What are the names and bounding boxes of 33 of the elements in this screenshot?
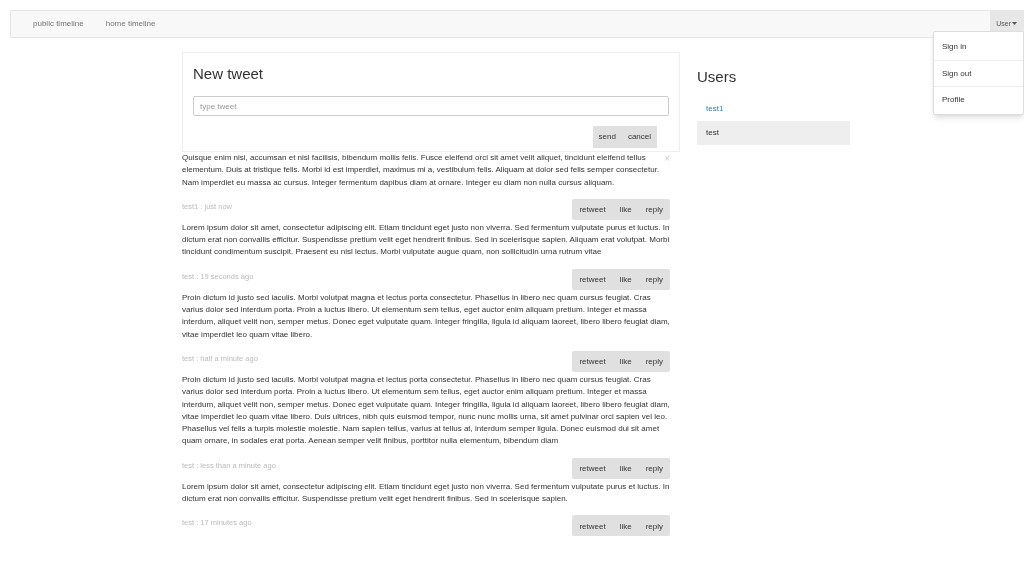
form-button[interactable]: send <box>592 126 622 148</box>
action-button[interactable]: like <box>612 352 639 372</box>
user-list-item[interactable]: test1 <box>697 96 850 121</box>
action-button[interactable]: like <box>612 459 639 479</box>
tweet-text: Quisque enim nisi, accumsan et nisl facilisis, bibendum mollis felis. Fusce eleifend orci sit amet velit aliquet, tincidunt eleifend tellus elementum. Duis at tristique felis. Morbi id est imperdiet, maximus mi a, vestibulum felis. Aliquam at dolor sed felis semper consectetur. Nam imperdiet eu massa ac cursus. Integer fermentum dapibus diam at ornare. Integer eu diam non nulla cursus aliquam. <box>182 152 661 189</box>
action-button[interactable]: reply <box>638 270 670 290</box>
action-button[interactable]: reply <box>638 352 670 372</box>
tweet-input[interactable]: type tweet <box>193 96 669 116</box>
action-button[interactable]: like <box>612 200 639 220</box>
tweet-text: Lorem ipsum dolor sit amet, consectetur adipiscing elit. Etiam tincidunt eget justo non viverra. Sed fermentum vulputate purus et luctus. In dictum erat non convallis efficitur. Suspendisse pretium velit eget hendrerit finibus. Sed in scelerisque sapien. Aliquam erat volutpat. Morbi tincidunt condimentum suscipit. Praesent eu nisl lectus. Morbi vulputate augue quam, non sollicitudin urna rutrum vitae <box>182 221 670 259</box>
action-button[interactable]: reply <box>638 517 670 537</box>
panel-title: New tweet <box>193 64 265 84</box>
tweet-text: Lorem ipsum dolor sit amet, consectetur adipiscing elit. Etiam tincidunt eget justo non viverra. Sed fermentum vulputate purus et luctus. In dictum erat non convallis efficitur. Suspendisse pretium velit eget hendrerit finibus. Sed in scelerisque sapien. <box>182 480 670 506</box>
action-button[interactable]: reply <box>638 200 670 220</box>
nav-link[interactable]: home timeline <box>105 18 156 30</box>
caret-icon <box>1012 22 1017 26</box>
nav-link[interactable]: public timeline <box>33 18 84 30</box>
tweet-text: Proin dictum id justo sed iaculis. Morbi volutpat magna et lectus porta consectetur. Phasellus in libero nec quam cursus feugiat. Cras varius dolor sed interdum porta. Proin a luctus libero. Ut elementum sem tellus, eget auctor enim aliquam pretium. Integer et massa interdum, aliquet velit non, semper metus. Donec eget vulputate quam. Integer fringilla, ligula id aliquam laoreet, libero libero feugiat diam, vitae imperdiet leo quam vitae libero. Duis ultrices, nibh quis euismod tempor, nunc nunc mollis urna, sit amet pulvinar orci sapien vel leo. Phasellus vel felis a turpis molestie molestie. Nam sapien tellus, varius at tellus at, interdum semper ligula. Donec euismod dui sit amet quam ornare, in sodales erat porta. Aenean semper velit finibus, porttitor nulla elementum, bibendum diam <box>182 373 670 448</box>
action-button[interactable]: retweet <box>572 352 613 372</box>
action-button[interactable]: retweet <box>572 270 613 290</box>
action-button[interactable]: like <box>612 270 639 290</box>
action-button[interactable]: retweet <box>572 459 613 479</box>
dropdown-item[interactable]: Sign in <box>934 34 1023 60</box>
action-button[interactable]: retweet <box>572 200 613 220</box>
dropdown-item[interactable]: Sign out <box>934 60 1023 86</box>
tweet-text: Proin dictum id justo sed iaculis. Morbi volutpat magna et lectus porta consectetur. Phasellus in libero nec quam cursus feugiat. Cras varius dolor sed interdum porta. Proin a luctus libero. Ut elementum sem tellus, eget auctor enim aliquam pretium. Integer et massa interdum, aliquet velit non, semper metus. Donec eget vulputate quam. Integer fringilla, ligula id aliquam laoreet, libero libero feugiat diam, vitae imperdiet leo quam vitae libero. <box>182 291 670 341</box>
users-title: Users <box>697 67 738 87</box>
form-button[interactable]: cancel <box>621 126 657 148</box>
user-list-item[interactable]: test <box>697 120 850 145</box>
dropdown-item[interactable]: Profile <box>934 86 1023 112</box>
action-button[interactable]: reply <box>638 459 670 479</box>
action-button[interactable]: like <box>612 517 639 537</box>
action-button[interactable]: retweet <box>572 517 613 537</box>
